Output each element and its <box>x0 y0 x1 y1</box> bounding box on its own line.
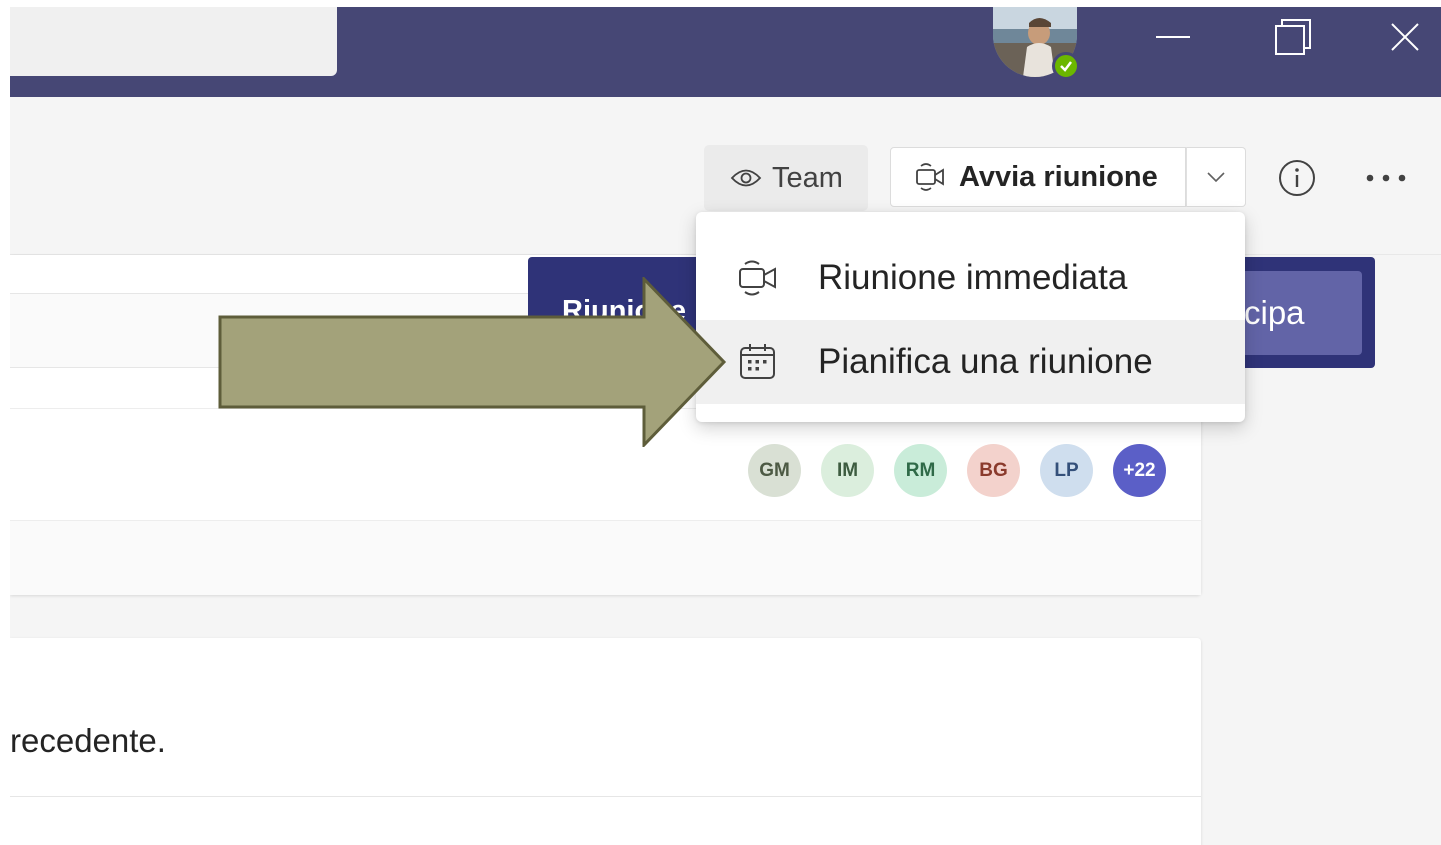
post-card: recedente. <box>10 638 1201 845</box>
start-meeting-label: Avvia riunione <box>959 160 1158 193</box>
minimize-icon <box>1156 36 1190 38</box>
meeting-card-footer <box>10 521 1201 595</box>
menu-item-label: Pianifica una riunione <box>818 342 1153 381</box>
title-bar <box>10 7 1441 97</box>
more-participants-badge[interactable]: +22 <box>1113 444 1166 497</box>
divider <box>10 796 1201 797</box>
join-button-label: cipa <box>1244 294 1305 331</box>
participant-initials: RM <box>905 459 936 481</box>
start-meeting-button[interactable]: Avvia riunione <box>890 147 1186 207</box>
team-button-label: Team <box>772 161 843 194</box>
participant-avatar[interactable]: BG <box>967 444 1020 497</box>
annotation-arrow-icon <box>218 277 727 447</box>
video-camera-icon <box>739 260 776 296</box>
participant-avatar[interactable]: RM <box>894 444 947 497</box>
join-button[interactable]: cipa <box>1228 271 1362 355</box>
menu-item-meet-now[interactable]: Riunione immediata <box>696 236 1245 320</box>
chevron-down-icon <box>1207 172 1225 183</box>
menu-item-label: Riunione immediata <box>818 258 1128 297</box>
start-meeting-dropdown-button[interactable] <box>1186 147 1246 207</box>
participant-avatar[interactable]: LP <box>1040 444 1093 497</box>
status-available-icon <box>1052 52 1080 80</box>
participant-initials: GM <box>759 459 790 481</box>
eye-icon <box>730 169 762 187</box>
info-icon <box>1279 160 1315 196</box>
minimize-button[interactable] <box>1138 7 1208 67</box>
participant-avatar[interactable]: GM <box>748 444 801 497</box>
meeting-dropdown-menu: Riunione immediata Pianifica una riunion… <box>696 212 1245 422</box>
participant-list: GM IM RM BG LP +22 <box>748 444 1166 498</box>
calendar-icon <box>740 344 775 379</box>
info-button[interactable] <box>1272 153 1322 203</box>
more-icon <box>1366 174 1406 182</box>
search-input[interactable] <box>10 7 337 76</box>
close-button[interactable] <box>1370 7 1440 67</box>
team-button[interactable]: Team <box>704 145 868 211</box>
participant-initials: BG <box>979 459 1008 481</box>
participant-avatar[interactable]: IM <box>821 444 874 497</box>
close-icon <box>1391 23 1419 51</box>
participant-initials: IM <box>836 459 859 481</box>
video-camera-icon <box>916 163 944 191</box>
menu-item-schedule-meeting[interactable]: Pianifica una riunione <box>696 320 1245 404</box>
post-text: recedente. <box>10 722 166 759</box>
more-options-button[interactable] <box>1358 153 1414 203</box>
more-participants-count: +22 <box>1123 459 1156 481</box>
restore-button[interactable] <box>1258 7 1328 67</box>
restore-icon <box>1275 19 1311 55</box>
teams-window: Team Avvia riunione Riunione cipa GM IM … <box>10 7 1441 845</box>
participant-initials: LP <box>1054 459 1079 481</box>
